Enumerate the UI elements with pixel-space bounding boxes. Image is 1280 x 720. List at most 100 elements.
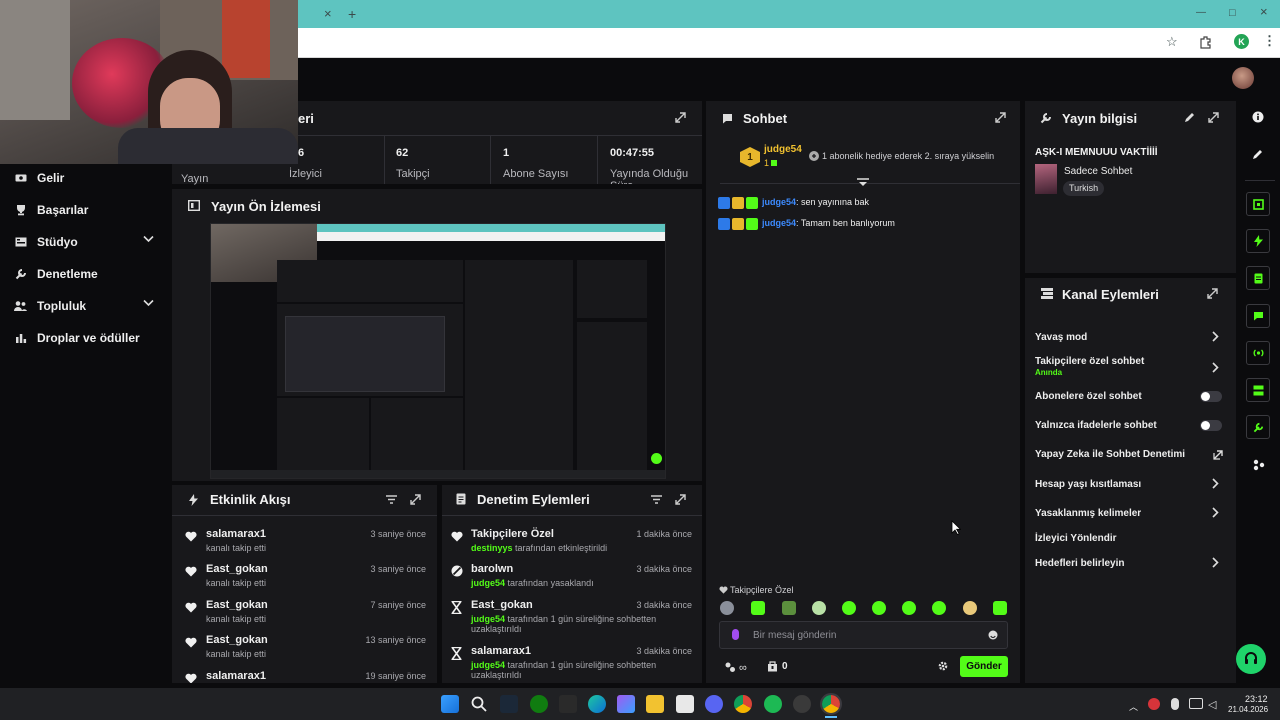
pinned-gift-leaderboard[interactable]: 1 judge54 1 1 abonelik hediye ederek 2. … (740, 144, 1002, 175)
poll-icon[interactable] (1246, 266, 1270, 290)
emote-icon[interactable] (842, 601, 856, 615)
store-icon[interactable] (676, 695, 694, 713)
sidebar-item-basarilar[interactable]: Başarılar (14, 201, 88, 219)
chat-username[interactable]: judge54 (762, 197, 796, 207)
action-ai-moderation[interactable]: Yapay Zeka ile Sohbet Denetimi (1025, 446, 1236, 464)
network-icon[interactable] (1189, 698, 1203, 709)
pencil-icon[interactable] (1184, 112, 1195, 123)
window-maximize-button[interactable]: □ (1229, 6, 1236, 20)
emote-icon[interactable] (963, 601, 977, 615)
infinity-icon[interactable]: ∞ (739, 662, 747, 674)
bookmark-star-icon[interactable]: ☆ (1166, 35, 1178, 49)
popout-icon[interactable] (675, 112, 687, 124)
window-close-button[interactable]: × (1260, 5, 1268, 19)
action-host-redirect[interactable]: İzleyici Yönlendir (1025, 530, 1236, 548)
broadcast-icon[interactable] (1246, 341, 1270, 365)
raid-icon[interactable] (1246, 229, 1270, 253)
filter-icon[interactable] (386, 495, 397, 504)
list-item[interactable]: salamarax1 19 saniye önce (172, 667, 437, 683)
chat-username[interactable]: judge54 (762, 218, 796, 228)
microphone-icon[interactable] (732, 629, 739, 640)
list-item[interactable]: East_gokan kanalı takip etti 7 saniye ön… (172, 596, 437, 630)
action-banned-words[interactable]: Yasaklanmış kelimeler (1025, 505, 1236, 523)
list-item[interactable]: salamarax1 judge54 tarafından 1 gün süre… (442, 642, 702, 683)
clock-date[interactable]: 21.04.2026 (1228, 705, 1268, 714)
sidebar-item-gelir[interactable]: Gelir (14, 169, 64, 187)
clip-icon[interactable] (1246, 192, 1270, 216)
info-icon[interactable] (1252, 111, 1264, 123)
action-set-goals[interactable]: Hedefleri belirleyin (1025, 555, 1236, 573)
action-account-age[interactable]: Hesap yaşı kısıtlaması (1025, 476, 1236, 494)
chat-message[interactable]: judge54: Tamam ben banlıyorum (718, 218, 1008, 232)
window-minimize-button[interactable]: — (1196, 6, 1206, 20)
popout-icon[interactable] (675, 494, 686, 505)
support-button[interactable] (1236, 644, 1266, 674)
profile-avatar[interactable]: K (1234, 34, 1249, 49)
list-item[interactable]: East_gokan kanalı takip etti 13 saniye ö… (172, 631, 437, 665)
chevron-down-icon[interactable] (143, 299, 154, 307)
tray-overflow-icon[interactable]: ︿ (1129, 700, 1138, 713)
spotify-icon[interactable] (764, 695, 782, 713)
list-item[interactable]: salamarax1 kanalı takip etti 3 saniye ön… (172, 525, 437, 559)
list-item[interactable]: East_gokan judge54 tarafından 1 gün süre… (442, 596, 702, 640)
action-emote-only[interactable]: Yalnızca ifadelerle sohbet (1025, 417, 1236, 435)
emote-icon[interactable] (812, 601, 826, 615)
action-followers-only[interactable]: Takipçilere özel sohbet Anında (1025, 356, 1236, 380)
obs-icon[interactable] (793, 695, 811, 713)
sidebar-item-denetleme[interactable]: Denetleme (14, 265, 98, 283)
popout-icon[interactable] (1208, 112, 1219, 123)
list-item[interactable]: East_gokan kanalı takip etti 3 saniye ön… (172, 560, 437, 594)
action-subscribers-only[interactable]: Abonelere özel sohbet (1025, 388, 1236, 406)
emote-icon[interactable] (902, 601, 916, 615)
settings-icon[interactable] (724, 661, 736, 673)
tab-close-icon[interactable]: × (324, 7, 332, 21)
extensions-icon[interactable] (1198, 35, 1212, 49)
volume-icon[interactable]: ◁ (1208, 698, 1216, 711)
chat-input[interactable]: Bir mesaj gönderin (753, 630, 836, 641)
sidebar-item-topluluk[interactable]: Topluluk (14, 297, 86, 315)
sidebar-item-studyo[interactable]: Stüdyo (14, 233, 78, 251)
chat-input-box[interactable]: Bir mesaj gönderin (719, 621, 1008, 649)
steam-icon[interactable] (500, 695, 518, 713)
browser-menu-icon[interactable]: ⋮ (1263, 34, 1276, 48)
microphone-tray-icon[interactable] (1171, 698, 1179, 710)
stream-preview-video[interactable] (210, 223, 666, 479)
edge-icon[interactable] (588, 695, 606, 713)
layout-icon[interactable] (1246, 378, 1270, 402)
chevron-down-icon[interactable] (143, 235, 154, 243)
list-item[interactable]: Takipçilere Özel destinyys tarafından et… (442, 525, 702, 559)
emote-icon[interactable] (872, 601, 886, 615)
gear-icon[interactable] (938, 661, 948, 671)
list-item[interactable]: barolwn judge54 tarafından yasaklandı 3 … (442, 560, 702, 594)
chrome-active-icon[interactable] (820, 693, 842, 715)
action-slow-mode[interactable]: Yavaş mod (1025, 328, 1236, 346)
emote-icon[interactable] (993, 601, 1007, 615)
user-avatar[interactable] (1232, 67, 1254, 89)
popout-icon[interactable] (410, 494, 421, 505)
popout-icon[interactable] (1207, 288, 1218, 299)
sidebar-item-droplar[interactable]: Droplar ve ödüller (14, 329, 140, 347)
new-tab-button[interactable]: + (348, 7, 356, 21)
file-explorer-icon[interactable] (646, 695, 664, 713)
emote-icon[interactable] (932, 601, 946, 615)
send-button[interactable]: Gönder (960, 656, 1008, 677)
copilot-icon[interactable] (617, 695, 635, 713)
popout-icon[interactable] (995, 112, 1006, 123)
address-bar[interactable] (300, 31, 1200, 53)
emote-icon[interactable] (751, 601, 765, 615)
epic-games-icon[interactable] (559, 695, 577, 713)
more-actions-icon[interactable] (1253, 459, 1265, 471)
search-icon[interactable] (471, 696, 487, 712)
discord-icon[interactable] (705, 695, 723, 713)
xbox-icon[interactable] (530, 695, 548, 713)
chat-message[interactable]: judge54: sen yayınına bak (718, 197, 1008, 211)
windows-start-icon[interactable] (441, 695, 459, 713)
clock-time[interactable]: 23:12 (1245, 694, 1268, 704)
edit-layout-icon[interactable] (1252, 149, 1263, 160)
emoji-icon[interactable] (988, 630, 998, 640)
subscribers-only-toggle[interactable] (1200, 391, 1222, 402)
emote-only-toggle[interactable] (1200, 420, 1222, 431)
collapse-pinned-icon[interactable] (857, 178, 869, 187)
chat-command-icon[interactable] (1246, 304, 1270, 328)
chrome-icon[interactable] (734, 695, 752, 713)
